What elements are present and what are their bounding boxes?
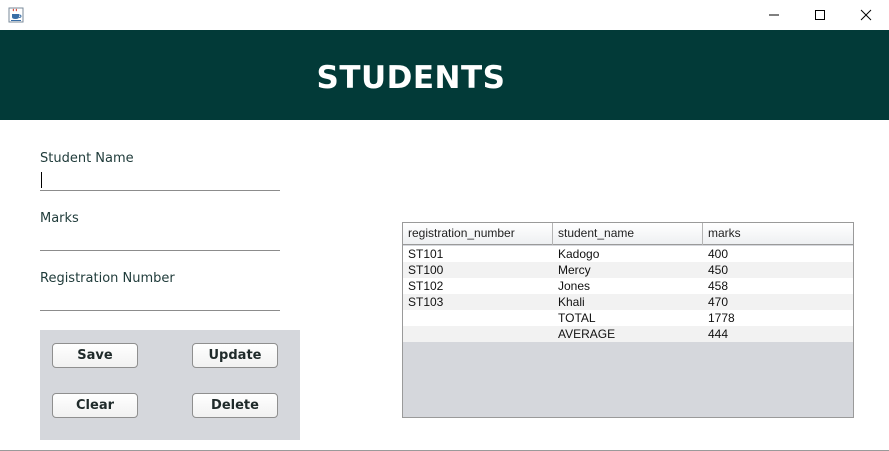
cell-registration-number: ST102 [408,279,444,293]
cell-registration-number [403,326,553,342]
delete-button[interactable]: Delete [192,393,278,418]
window-title-bar [0,0,889,30]
table-row-total[interactable]: TOTAL 1778 [403,310,853,326]
cell-student-name: Jones [558,279,591,293]
header-banner: STUDENTS [0,30,889,120]
cell-student-name: Kadogo [558,247,600,261]
cell-marks: 400 [708,247,729,261]
table-row[interactable]: ST103 Khali 470 [403,294,853,310]
students-table[interactable]: registration_number student_name marks S… [402,222,854,418]
cell-marks: 470 [708,295,729,309]
registration-number-input[interactable] [40,291,280,311]
column-header-marks[interactable]: marks [703,223,853,245]
cell-registration-number: ST101 [408,247,444,261]
cell-marks: 1778 [708,311,735,325]
cell-student-name: Mercy [558,263,591,277]
close-icon [860,9,872,21]
cell-student-name: Khali [558,295,585,309]
cell-registration-number [403,310,553,326]
maximize-button[interactable] [797,0,843,30]
marks-input[interactable] [40,231,280,251]
marks-label: Marks [40,211,79,226]
button-panel: Save Update Clear Delete [40,330,300,440]
column-header-registration-number[interactable]: registration_number [403,223,553,245]
cell-registration-number: ST103 [408,295,444,309]
table-row[interactable]: ST100 Mercy 450 [403,262,853,278]
maximize-icon [815,10,825,20]
column-header-student-name[interactable]: student_name [553,223,703,245]
cell-registration-number: ST100 [408,263,444,277]
minimize-icon [769,14,779,16]
java-coffee-cup-icon [8,7,24,23]
table-header: registration_number student_name marks [403,223,853,245]
cell-marks: 450 [708,263,729,277]
cell-marks: 444 [708,327,729,341]
table-body: ST101 Kadogo 400 ST100 Mercy 450 ST102 J… [403,246,853,342]
save-button[interactable]: Save [52,343,138,368]
cell-student-name: AVERAGE [558,327,616,341]
table-row[interactable]: ST102 Jones 458 [403,278,853,294]
student-name-input[interactable] [40,171,280,191]
student-name-label: Student Name [40,151,134,166]
text-caret [41,172,42,188]
close-button[interactable] [843,0,889,30]
update-button[interactable]: Update [192,343,278,368]
cell-student-name: TOTAL [558,311,596,325]
minimize-button[interactable] [751,0,797,30]
page-title: STUDENTS [316,60,506,96]
clear-button[interactable]: Clear [52,393,138,418]
table-row-average[interactable]: AVERAGE 444 [403,326,853,342]
registration-number-label: Registration Number [40,271,175,286]
cell-marks: 458 [708,279,729,293]
table-row[interactable]: ST101 Kadogo 400 [403,246,853,262]
